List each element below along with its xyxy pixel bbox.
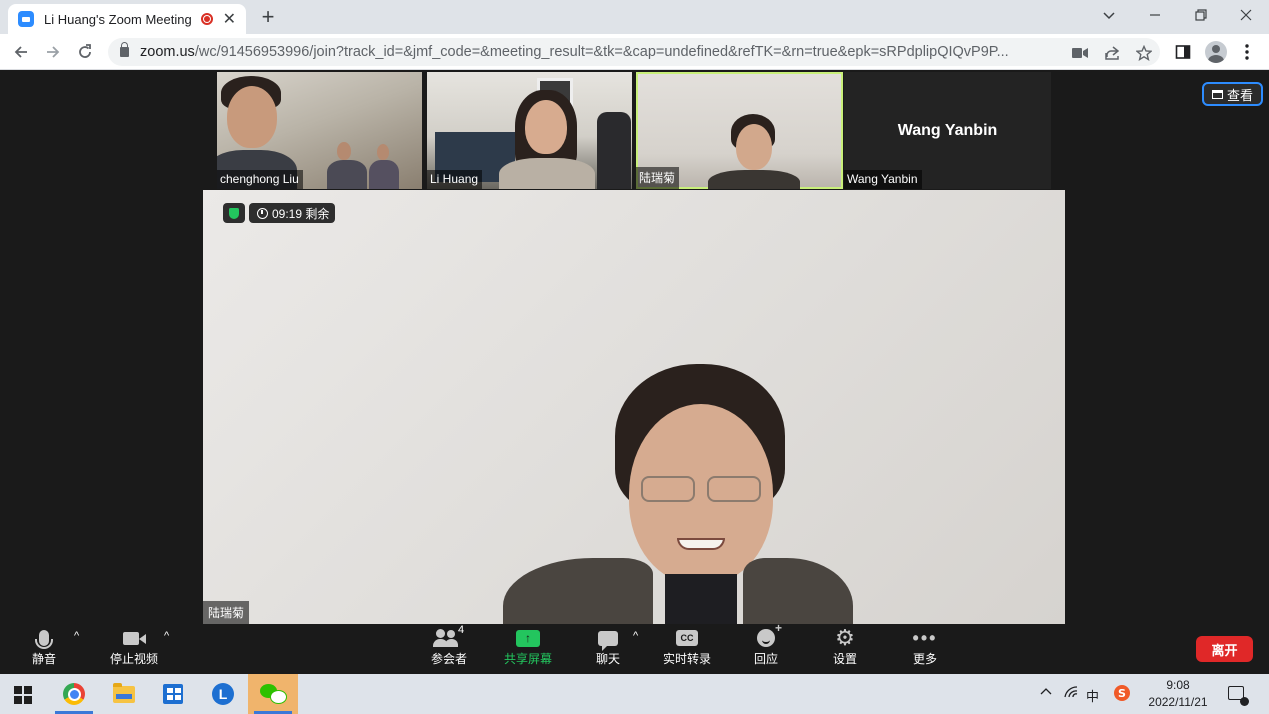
zoom-favicon-icon [18,11,34,27]
participant-tile-wang-yanbin[interactable]: Wang Yanbin Wang Yanbin [844,72,1051,189]
settings-label: 设置 [832,652,857,666]
view-layout-label: 查看 [1226,87,1253,103]
taskbar-l-app[interactable]: L [198,674,248,714]
leave-meeting-button[interactable]: 离开 [1196,636,1253,662]
taskbar-wechat[interactable] [248,674,298,714]
share-screen-icon: ↑ [516,624,540,652]
live-transcript-label: 实时转录 [662,652,711,666]
minimize-window-icon[interactable] [1132,0,1178,30]
participants-button[interactable]: 4 参会者 [426,624,472,674]
encryption-shield-icon[interactable] [223,203,245,223]
close-window-icon[interactable] [1223,0,1269,30]
active-speaker-video: 09:19 剩余 陆瑞菊 [203,190,1065,624]
browser-tab[interactable]: Li Huang's Zoom Meeting ✕ [8,4,246,34]
share-screen-label: 共享屏幕 [503,652,552,666]
lock-icon [120,42,129,57]
video-camera-icon [122,624,146,652]
store-icon [163,684,183,704]
clock-icon [257,207,268,219]
url-host: zoom.us [140,44,195,60]
bookmark-star-icon[interactable] [1134,44,1154,62]
stop-video-label: 停止视频 [109,652,158,666]
time-remaining-text: 09:19 剩余 [272,206,330,221]
audio-options-caret-icon[interactable]: ^ [74,630,79,642]
participant-name: 陆瑞菊 [636,167,680,189]
show-hidden-icons-chevron-icon[interactable] [1040,686,1052,701]
settings-button[interactable]: ⚙ 设置 [830,624,860,674]
forward-arrow-icon[interactable] [40,39,66,65]
url-path: /wc/91456953996/join?track_id=&jmf_code=… [194,44,1009,60]
participant-name: Li Huang [427,170,483,189]
wechat-icon [260,684,287,704]
microphone-icon [35,624,53,652]
mute-button[interactable]: 静音 [28,624,60,674]
participant-tile-chenghong-liu[interactable]: chenghong Liu [217,72,422,189]
share-page-icon[interactable] [1102,44,1122,62]
notification-center-icon[interactable] [1228,686,1249,706]
address-bar[interactable]: zoom.us/wc/91456953996/join?track_id=&jm… [108,38,1160,66]
mute-label: 静音 [31,652,56,666]
time-remaining-badge: 09:19 剩余 [249,203,336,223]
share-screen-button[interactable]: ↑ 共享屏幕 [503,624,553,674]
chat-options-caret-icon[interactable]: ^ [633,630,638,642]
zoom-meeting-area: chenghong Liu Li Huang 陆瑞菊 Wang Yanbin W… [0,71,1269,624]
address-url: zoom.us/wc/91456953996/join?track_id=&jm… [140,44,1062,60]
ellipsis-icon: ••• [912,627,938,648]
tab-search-chevron-icon[interactable] [1086,0,1132,30]
svg-text:S: S [1118,687,1126,700]
emoji-reaction-icon [757,621,782,652]
clock-date: 2022/11/21 [1148,695,1208,709]
sogou-input-icon[interactable]: S [1113,684,1131,705]
participant-tile-lu-ruiju[interactable]: 陆瑞菊 [636,72,843,189]
wifi-icon[interactable] [1064,686,1078,701]
system-clock[interactable]: 9:08 2022/11/21 [1138,677,1218,711]
l-app-icon: L [212,683,234,705]
taskbar-file-explorer[interactable] [99,674,149,714]
chat-bubble-icon [598,624,618,652]
participant-video-off-name: Wang Yanbin [897,122,998,139]
windows-start-icon[interactable] [14,686,32,704]
gear-icon: ⚙ [835,625,855,650]
new-tab-button[interactable]: + [256,4,280,30]
chat-button[interactable]: 聊天 [592,624,624,674]
view-layout-button[interactable]: 查看 [1201,82,1263,106]
video-options-caret-icon[interactable]: ^ [164,630,169,642]
profile-avatar-icon[interactable] [1203,39,1229,65]
more-button[interactable]: ••• 更多 [909,624,941,674]
reactions-label: 回应 [753,652,778,666]
taskbar-chrome[interactable] [49,674,99,714]
reload-icon[interactable] [72,39,98,65]
gallery-grid-icon [1211,89,1223,99]
restore-window-icon[interactable] [1178,0,1224,30]
camera-in-use-icon[interactable] [1070,44,1090,62]
input-method-indicator[interactable]: 中 [1086,686,1099,705]
clock-time: 9:08 [1166,678,1190,692]
participant-name: chenghong Liu [217,170,303,189]
folder-icon [113,682,135,703]
browser-toolbar: zoom.us/wc/91456953996/join?track_id=&jm… [0,34,1269,70]
chat-label: 聊天 [595,652,620,666]
side-panel-icon[interactable] [1170,39,1196,65]
participants-label: 参会者 [430,652,467,666]
participant-tile-li-huang[interactable]: Li Huang [427,72,632,189]
browser-tab-bar: Li Huang's Zoom Meeting ✕ + [0,0,1269,34]
more-label: 更多 [912,652,937,666]
browser-menu-icon[interactable] [1234,39,1260,65]
reactions-button[interactable]: 回应 [751,621,782,674]
live-transcript-button[interactable]: CC 实时转录 [661,624,713,674]
participants-icon: 4 [433,624,465,652]
participant-name: Wang Yanbin [844,170,922,189]
taskbar-store[interactable] [148,674,198,714]
meeting-controls-bar: 静音 ^ 停止视频 ^ 4 参会者 ↑ 共享屏幕 聊天 ^ CC 实时转录 回应… [0,621,1269,674]
tab-title: Li Huang's Zoom Meeting [44,11,192,27]
chrome-icon [63,683,85,705]
closed-captions-icon: CC [676,624,698,652]
back-arrow-icon[interactable] [8,39,34,65]
speaker-name: 陆瑞菊 [203,601,250,624]
stop-video-button[interactable]: 停止视频 [104,624,164,674]
participants-count: 4 [458,624,465,636]
windows-taskbar: L 中 S 9:08 2022/11/21 [0,674,1269,714]
recording-indicator-icon [200,13,213,25]
tab-close-icon[interactable]: ✕ [223,9,236,29]
